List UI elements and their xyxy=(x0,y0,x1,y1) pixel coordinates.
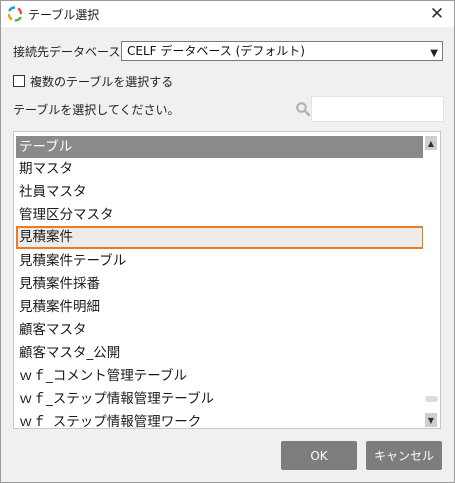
table-list-header: テーブル xyxy=(16,136,424,158)
database-label: 接続先データベース xyxy=(13,44,121,59)
list-item[interactable]: 社員マスタ xyxy=(16,181,424,204)
scroll-down-arrow-icon[interactable]: ▼ xyxy=(425,413,437,427)
table-list-content: テーブル 期マスタ 社員マスタ 管理区分マスタ 見積案件 見積案件テーブル 見積… xyxy=(14,132,424,428)
window-title: テーブル選択 xyxy=(28,8,100,22)
list-item[interactable]: 見積案件明細 xyxy=(16,296,424,319)
list-item[interactable]: ｗｆ_ステップ情報管理テーブル xyxy=(16,388,424,411)
list-item[interactable]: 管理区分マスタ xyxy=(16,204,424,227)
search-input[interactable] xyxy=(311,96,444,122)
database-selected-value: CELF データベース (デフォルト) xyxy=(127,44,305,58)
list-item[interactable]: 見積案件テーブル xyxy=(16,250,424,273)
multi-select-label[interactable]: 複数のテーブルを選択する xyxy=(30,73,173,90)
list-item[interactable]: ｗｆ_ステップ情報管理ワーク xyxy=(16,411,424,428)
search-icon xyxy=(295,101,311,117)
list-item[interactable]: 見積案件採番 xyxy=(16,273,424,296)
scroll-up-arrow-icon[interactable]: ▲ xyxy=(425,136,437,150)
multi-select-checkbox[interactable] xyxy=(13,75,25,87)
chevron-down-icon[interactable]: ▼ xyxy=(430,45,438,63)
list-item-selected[interactable]: 見積案件 xyxy=(16,226,424,249)
scroll-thumb[interactable] xyxy=(425,396,438,402)
list-item[interactable]: 顧客マスタ xyxy=(16,319,424,342)
list-scrollbar[interactable]: ▲ ▼ xyxy=(423,132,440,428)
database-row: 接続先データベース CELF データベース (デフォルト) ▼ xyxy=(13,41,443,61)
database-select[interactable]: CELF データベース (デフォルト) ▼ xyxy=(121,41,443,61)
ok-button[interactable]: OK xyxy=(281,441,357,470)
app-logo-icon xyxy=(7,6,23,22)
close-button[interactable]: ✕ xyxy=(420,1,454,27)
title-bar: テーブル選択 ✕ xyxy=(1,1,454,27)
cancel-button[interactable]: キャンセル xyxy=(366,441,442,470)
list-item[interactable]: 期マスタ xyxy=(16,158,424,181)
list-item[interactable]: 顧客マスタ_公開 xyxy=(16,342,424,365)
multi-select-row[interactable]: 複数のテーブルを選択する xyxy=(13,72,173,90)
table-select-dialog: テーブル選択 ✕ 接続先データベース CELF データベース (デフォルト) ▼… xyxy=(0,0,455,483)
table-list[interactable]: テーブル 期マスタ 社員マスタ 管理区分マスタ 見積案件 見積案件テーブル 見積… xyxy=(13,131,441,429)
search-instruction-label: テーブルを選択してください。 xyxy=(13,103,180,117)
list-item[interactable]: ｗｆ_コメント管理テーブル xyxy=(16,365,424,388)
